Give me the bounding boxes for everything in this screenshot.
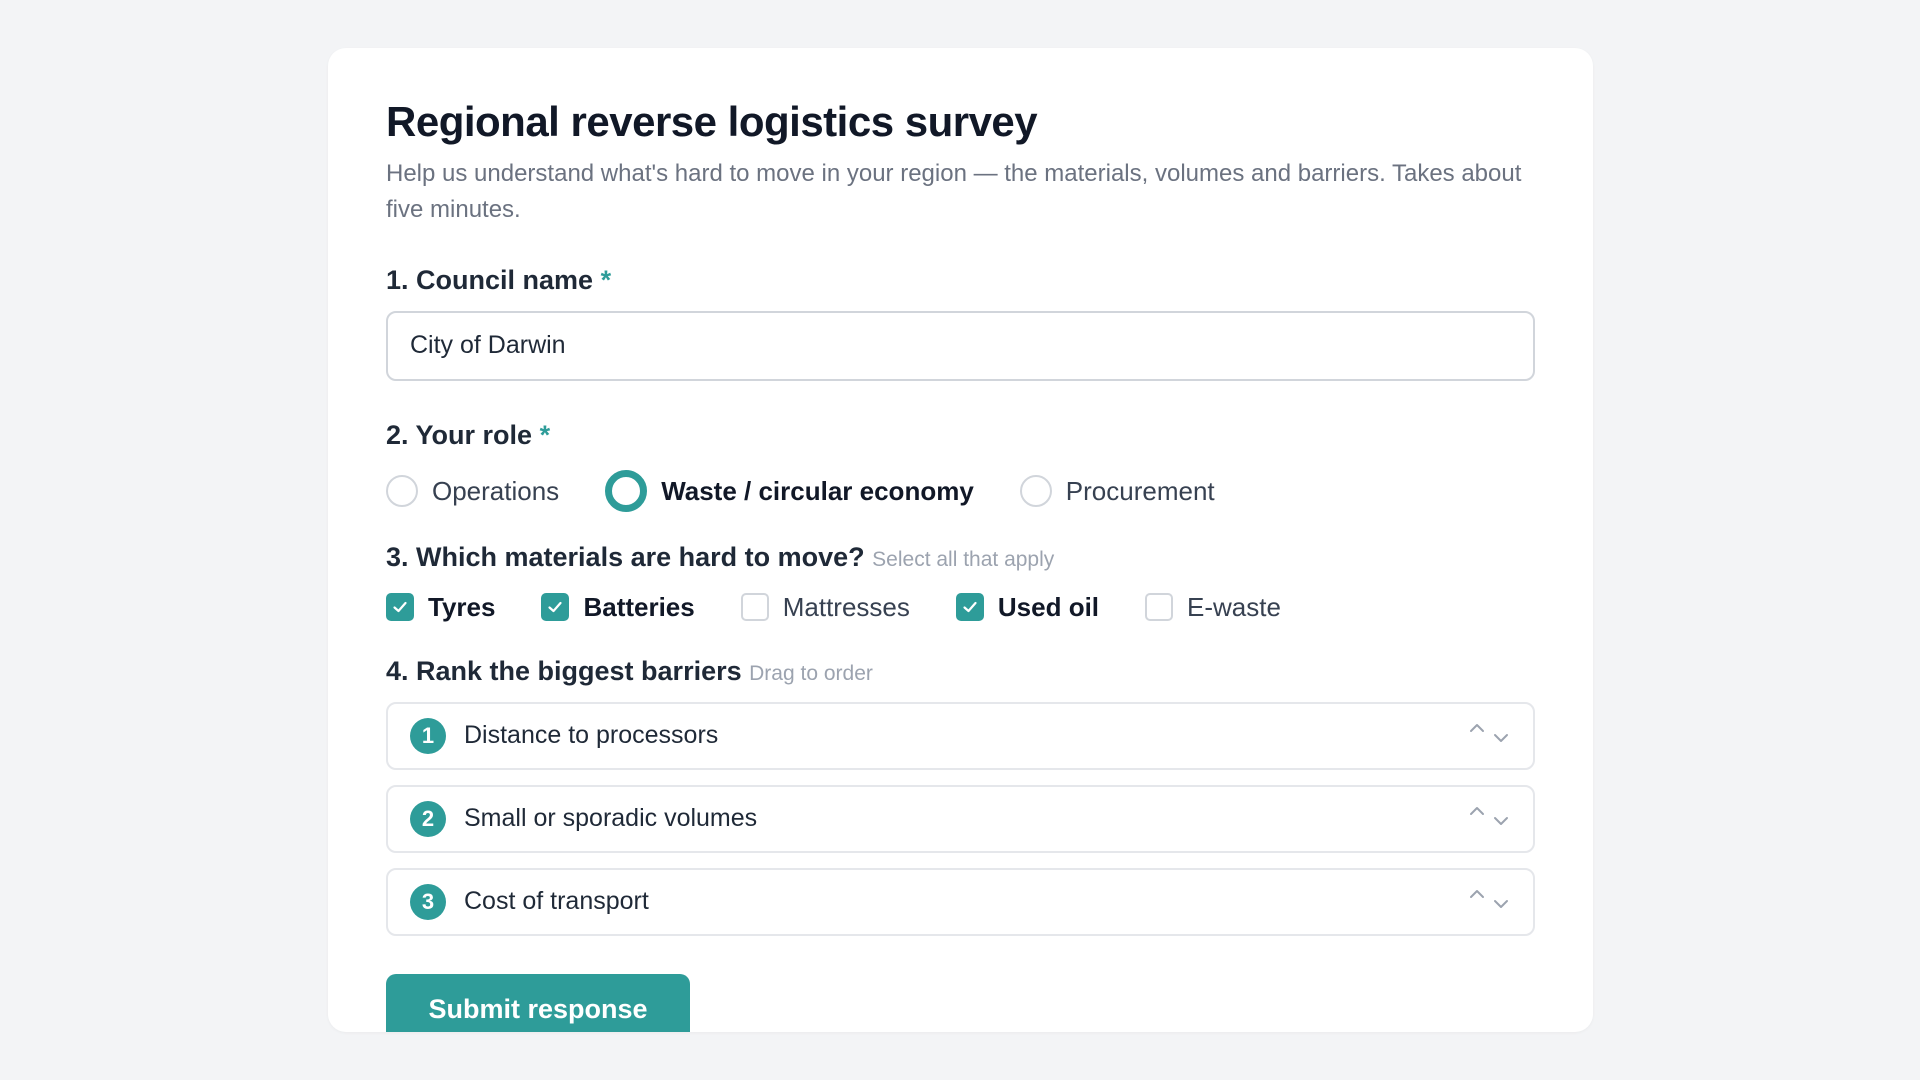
question-council-name-label: 1. Council name * [386,264,1535,296]
question-barriers-label: 4. Rank the biggest barriers Drag to ord… [386,655,1535,687]
rank-item-label: Small or sporadic volumes [464,804,758,833]
rank-badge: 3 [410,883,446,920]
checkbox-label: Used oil [997,591,1100,622]
checkbox-label: Batteries [583,591,695,622]
rank-badge: 2 [410,800,446,837]
role-option-procurement[interactable]: Procurement [1019,475,1215,508]
radio-button[interactable] [1019,475,1052,508]
rank-item-cost-of-transport[interactable]: 3 Cost of transport [386,867,1535,936]
checkbox-label: Mattresses [782,591,910,622]
chevron-down-icon[interactable] [1491,894,1511,914]
survey-title: Regional reverse logistics survey [386,98,1038,145]
reorder-controls [1467,801,1511,837]
question-label-text: 2. Your role [386,419,533,450]
reorder-controls [1467,884,1511,920]
rank-item-label: Distance to processors [464,721,719,750]
check-icon [963,602,977,613]
material-option-tyres[interactable]: Tyres [386,592,495,623]
required-mark: * [539,419,551,450]
radio-label: Procurement [1065,475,1215,506]
check-icon [393,602,407,613]
reorder-controls [1467,718,1511,754]
rank-item-distance-to-processors[interactable]: 1 Distance to processors [386,701,1535,770]
radio-button-selected[interactable] [605,470,648,513]
material-option-used-oil[interactable]: Used oil [955,591,1100,623]
role-option-waste-circular-economy[interactable]: Waste / circular economy [605,470,974,513]
materials-checkbox-group: Tyres Batteries Mattresses Used oil E-wa… [386,589,1535,625]
rank-badge: 1 [410,717,446,754]
radio-button[interactable] [386,475,418,508]
checkbox[interactable] [1145,593,1174,622]
chevron-up-icon[interactable] [1467,718,1487,738]
checkbox-label: Tyres [428,591,496,622]
required-mark: * [600,265,612,296]
question-label-text: 3. Which materials are hard to move? [386,542,865,573]
survey-card: Regional reverse logistics survey Help u… [328,48,1593,1032]
material-option-e-waste[interactable]: E-waste [1145,592,1281,623]
question-label-text: 4. Rank the biggest barriers [386,656,742,687]
chevron-up-icon[interactable] [1467,884,1487,904]
survey-subtitle: Help us understand what's hard to move i… [386,160,1522,224]
question-hint: Select all that apply [872,548,1055,572]
question-role-label: 2. Your role * [386,419,1535,451]
rank-item-label: Cost of transport [464,887,649,916]
role-option-operations[interactable]: Operations [386,475,560,508]
question-hint: Drag to order [749,662,873,686]
chevron-down-icon[interactable] [1491,811,1511,831]
question-label-text: 1. Council name [386,265,594,296]
barrier-rank-list: 1 Distance to processors 2 Small or spor… [386,701,1535,936]
chevron-up-icon[interactable] [1467,801,1487,821]
material-option-mattresses[interactable]: Mattresses [740,591,910,623]
checkbox-label: E-waste [1187,591,1281,622]
rank-item-small-or-sporadic-volumes[interactable]: 2 Small or sporadic volumes [386,784,1535,853]
radio-label: Waste / circular economy [661,475,974,506]
council-name-input[interactable] [386,310,1535,381]
chevron-down-icon[interactable] [1491,728,1511,748]
check-icon [548,602,563,613]
role-radio-group: Operations Waste / circular economy Proc… [386,469,1535,513]
checkbox[interactable] [740,593,769,622]
material-option-batteries[interactable]: Batteries [541,591,695,623]
checkbox-checked[interactable] [386,593,414,622]
checkbox-checked[interactable] [541,593,570,622]
question-materials-label: 3. Which materials are hard to move? Sel… [386,541,1535,573]
submit-response-button[interactable]: Submit response [386,973,690,1032]
checkbox-checked[interactable] [955,593,984,622]
radio-label: Operations [432,475,560,506]
